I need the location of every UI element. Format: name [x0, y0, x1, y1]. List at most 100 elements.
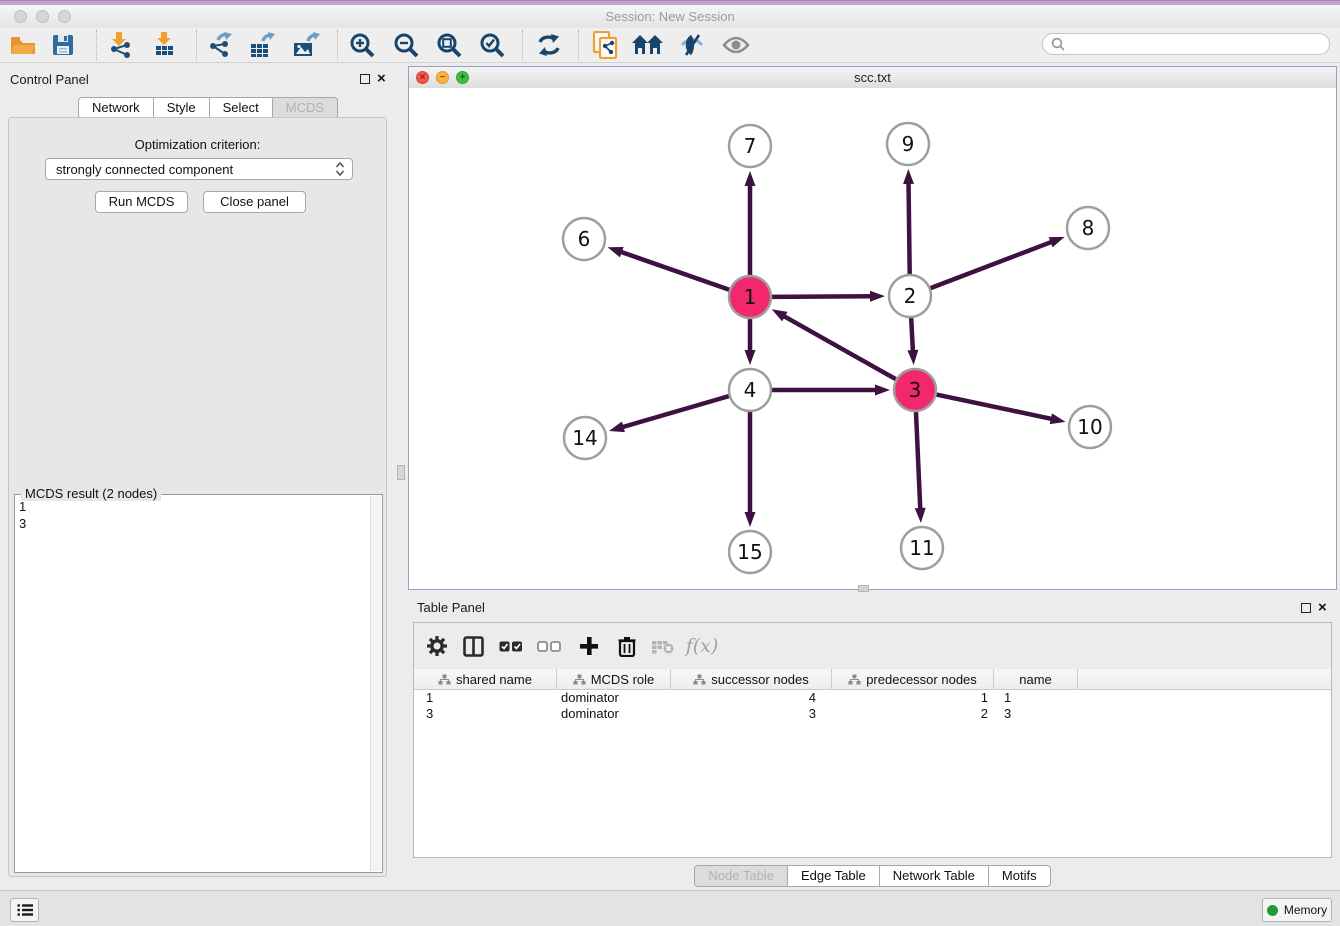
zoom-out-icon[interactable]	[389, 31, 423, 59]
select-value: strongly connected component	[56, 162, 233, 177]
chevron-up-down-icon	[335, 161, 345, 177]
column-header-mcds-role[interactable]: MCDS role	[557, 669, 671, 689]
add-column-icon[interactable]	[574, 632, 604, 660]
graph-edge-arrowhead	[609, 422, 625, 433]
graph-node-label: 3	[909, 378, 922, 402]
cell-successor-nodes[interactable]: 4	[671, 690, 832, 706]
graph-edge-1-2[interactable]	[772, 296, 872, 297]
horizontal-splitter-handle[interactable]	[858, 585, 869, 592]
column-header-shared-name[interactable]: shared name	[414, 669, 557, 689]
hierarchy-icon	[438, 674, 451, 685]
graph-node-label: 11	[909, 536, 934, 560]
close-table-panel-icon[interactable]: ×	[1318, 602, 1327, 614]
network-view-window: × − + scc.txt 7968124314101511	[408, 66, 1337, 590]
tab-network-table[interactable]: Network Table	[880, 865, 989, 887]
float-panel-icon[interactable]	[360, 74, 370, 84]
application-window: Session: New Session	[0, 0, 1340, 926]
cell-shared-name[interactable]: 1	[414, 690, 557, 706]
table-panel-title: Table Panel	[417, 600, 485, 615]
table-row[interactable]: 3 dominator 3 2 3	[414, 706, 1331, 722]
open-file-icon[interactable]	[6, 31, 40, 59]
graph-edge-2-8[interactable]	[931, 242, 1053, 289]
graph-edge-3-1[interactable]	[783, 316, 896, 380]
show-hide-gray-icon[interactable]	[719, 31, 753, 59]
cell-predecessor-nodes[interactable]: 1	[832, 690, 994, 706]
zoom-fit-icon[interactable]	[432, 31, 466, 59]
control-panel-title: Control Panel	[10, 72, 89, 87]
vertical-splitter-handle[interactable]	[397, 465, 405, 480]
save-session-icon[interactable]	[46, 31, 80, 59]
export-table-icon[interactable]	[245, 31, 279, 59]
graph-edge-3-11[interactable]	[916, 412, 920, 510]
network-canvas[interactable]: 7968124314101511	[409, 88, 1336, 589]
float-table-panel-icon[interactable]	[1301, 603, 1311, 613]
graph-node-label: 6	[578, 227, 591, 251]
control-panel-header: Control Panel ×	[0, 68, 400, 92]
memory-label: Memory	[1284, 903, 1327, 917]
task-history-button[interactable]	[10, 898, 39, 922]
graph-node-label: 14	[572, 426, 597, 450]
graph-edge-2-9[interactable]	[909, 182, 910, 274]
cell-predecessor-nodes[interactable]: 2	[832, 706, 994, 722]
select-all-checkboxes-icon[interactable]	[496, 632, 526, 660]
zoom-selected-icon[interactable]	[475, 31, 509, 59]
graph-edge-3-10[interactable]	[937, 395, 1053, 420]
toolbar-separator	[96, 30, 97, 60]
home-layout-icon[interactable]	[631, 31, 665, 59]
search-input[interactable]	[1070, 36, 1321, 53]
graph-node-label: 10	[1077, 415, 1102, 439]
delete-column-icon[interactable]	[612, 632, 642, 660]
close-panel-icon[interactable]: ×	[377, 73, 386, 85]
graph-edge-arrowhead	[608, 247, 624, 257]
memory-button[interactable]: Memory	[1262, 898, 1332, 922]
graph-edge-arrowhead	[903, 169, 914, 184]
deselect-all-checkboxes-icon[interactable]	[534, 632, 564, 660]
search-field	[1042, 33, 1330, 55]
graph-node-label: 15	[737, 540, 762, 564]
graph-node-label: 2	[904, 284, 917, 308]
cell-name[interactable]: 1	[994, 690, 1078, 706]
tab-edge-table[interactable]: Edge Table	[788, 865, 880, 887]
tab-style[interactable]: Style	[154, 97, 210, 119]
import-network-icon[interactable]	[103, 31, 137, 59]
run-mcds-button[interactable]: Run MCDS	[95, 191, 188, 213]
column-header-predecessor-nodes[interactable]: predecessor nodes	[832, 669, 994, 689]
import-table-icon[interactable]	[148, 31, 182, 59]
cell-name[interactable]: 3	[994, 706, 1078, 722]
graph-edge-arrowhead	[745, 512, 756, 527]
network-graph[interactable]: 7968124314101511	[409, 88, 1336, 589]
graph-edge-4-14[interactable]	[621, 396, 728, 427]
graph-edge-2-3[interactable]	[911, 318, 913, 352]
tab-select[interactable]: Select	[210, 97, 273, 119]
cell-shared-name[interactable]: 3	[414, 706, 557, 722]
show-hide-style-icon[interactable]	[675, 31, 709, 59]
export-image-icon[interactable]	[289, 31, 323, 59]
cell-mcds-role[interactable]: dominator	[557, 706, 671, 722]
hierarchy-icon	[848, 674, 861, 685]
network-overview-icon[interactable]	[588, 31, 622, 59]
node-table-container: f(x) shared name MCDS role successor nod…	[413, 622, 1332, 858]
tab-network[interactable]: Network	[78, 97, 154, 119]
table-row[interactable]: 1 dominator 4 1 1	[414, 690, 1331, 706]
toolbar-separator	[578, 30, 579, 60]
zoom-in-icon[interactable]	[345, 31, 379, 59]
cell-mcds-role[interactable]: dominator	[557, 690, 671, 706]
result-scrollbar[interactable]	[370, 496, 381, 871]
control-panel-tabs: Network Style Select MCDS	[78, 97, 338, 119]
split-view-icon[interactable]	[458, 632, 488, 660]
refresh-layout-icon[interactable]	[532, 31, 566, 59]
column-header-successor-nodes[interactable]: successor nodes	[671, 669, 832, 689]
graph-node-label: 9	[902, 132, 915, 156]
export-network-icon[interactable]	[202, 31, 236, 59]
column-header-name[interactable]: name	[994, 669, 1078, 689]
mcds-result-text: 1 3	[19, 498, 368, 870]
cell-successor-nodes[interactable]: 3	[671, 706, 832, 722]
close-panel-button[interactable]: Close panel	[203, 191, 306, 213]
tab-motifs[interactable]: Motifs	[989, 865, 1051, 887]
toolbar-separator	[196, 30, 197, 60]
tab-node-table[interactable]: Node Table	[694, 865, 788, 887]
tab-mcds[interactable]: MCDS	[273, 97, 338, 119]
optimization-criterion-select[interactable]: strongly connected component	[45, 158, 353, 180]
graph-edge-1-6[interactable]	[620, 252, 729, 290]
settings-gear-icon[interactable]	[422, 632, 452, 660]
